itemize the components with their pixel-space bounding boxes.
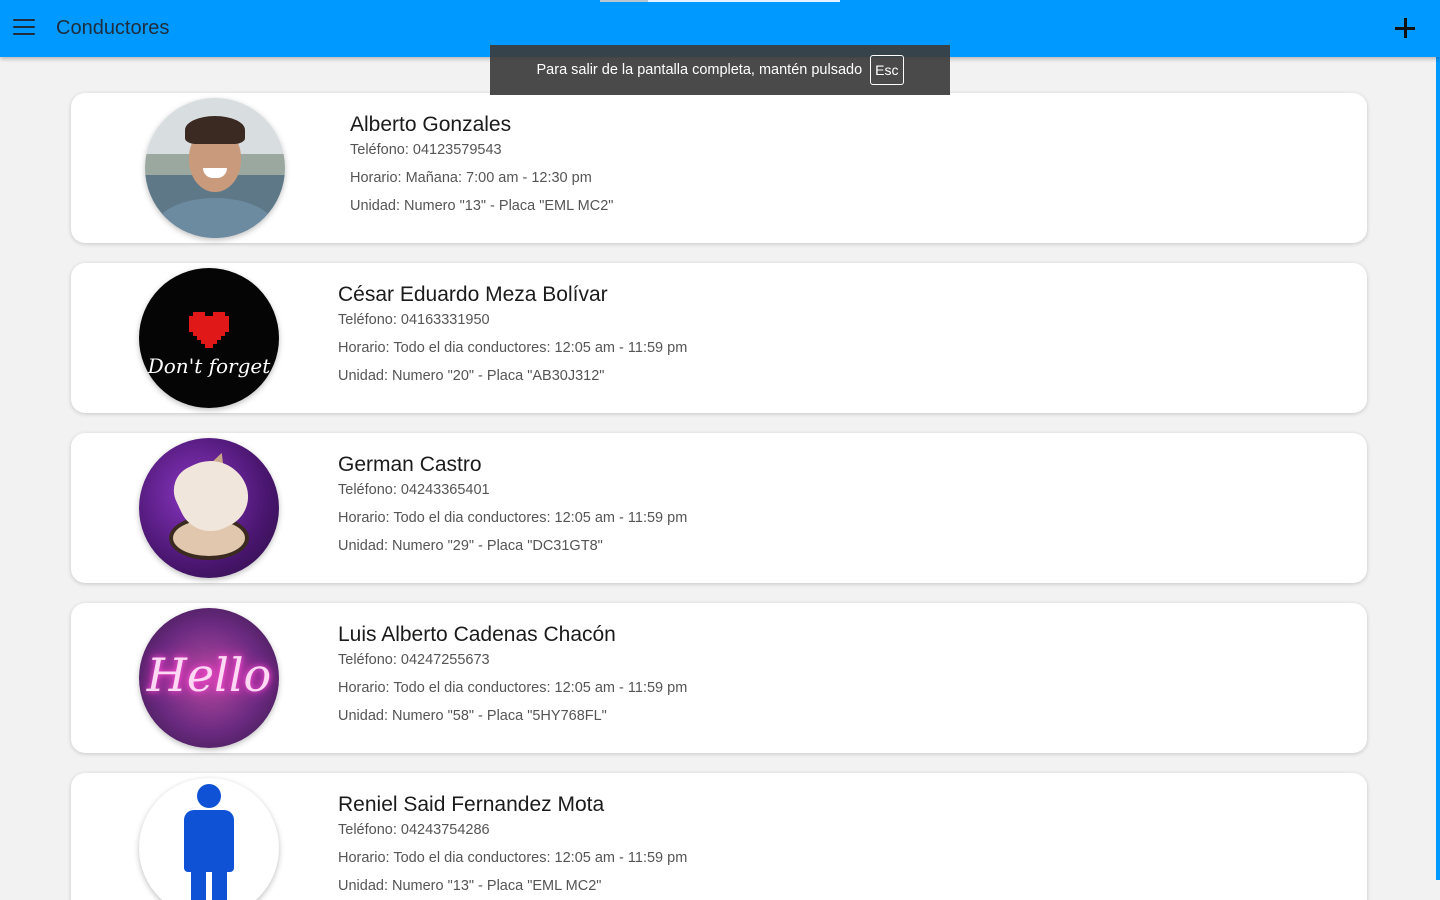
- driver-name: César Eduardo Meza Bolívar: [338, 283, 608, 306]
- toast-message: Para salir de la pantalla completa, mant…: [536, 62, 863, 78]
- add-driver-button[interactable]: [1393, 16, 1417, 40]
- fullscreen-toast: Para salir de la pantalla completa, mant…: [490, 45, 950, 95]
- driver-unit: Unidad: Numero "13" - Placa "EML MC2": [350, 198, 614, 214]
- hamburger-menu-icon[interactable]: [13, 19, 35, 37]
- driver-phone: Teléfono: 04243754286: [338, 822, 490, 838]
- scrollbar[interactable]: [1436, 57, 1440, 880]
- driver-name: Luis Alberto Cadenas Chacón: [338, 623, 616, 646]
- heart-icon: [189, 312, 229, 348]
- driver-phone: Teléfono: 04123579543: [350, 142, 502, 158]
- driver-name: German Castro: [338, 453, 482, 476]
- driver-phone: Teléfono: 04247255673: [338, 652, 490, 668]
- driver-info: Luis Alberto Cadenas Chacón Teléfono: 04…: [338, 623, 687, 735]
- driver-phone: Teléfono: 04163331950: [338, 312, 490, 328]
- driver-info: Alberto Gonzales Teléfono: 04123579543 H…: [350, 113, 613, 225]
- driver-schedule: Horario: Todo el dia conductores: 12:05 …: [338, 340, 688, 356]
- driver-card[interactable]: German Castro Teléfono: 04243365401 Hora…: [71, 433, 1367, 583]
- avatar-caption: Don't forget: [147, 354, 271, 378]
- toast-key: Esc: [870, 55, 904, 85]
- driver-name: Alberto Gonzales: [350, 113, 512, 136]
- person-icon: [139, 778, 279, 900]
- driver-unit: Unidad: Numero "58" - Placa "5HY768FL": [338, 708, 607, 724]
- driver-card[interactable]: Reniel Said Fernandez Mota Teléfono: 042…: [71, 773, 1367, 900]
- browser-fullscreen-indicator: [600, 0, 840, 2]
- driver-schedule: Horario: Todo el dia conductores: 12:05 …: [338, 680, 688, 696]
- driver-info: Reniel Said Fernandez Mota Teléfono: 042…: [338, 793, 687, 900]
- driver-name: Reniel Said Fernandez Mota: [338, 793, 605, 816]
- driver-card[interactable]: Alberto Gonzales Teléfono: 04123579543 H…: [71, 93, 1367, 243]
- driver-schedule: Horario: Mañana: 7:00 am - 12:30 pm: [350, 170, 592, 186]
- driver-unit: Unidad: Numero "13" - Placa "EML MC2": [338, 878, 602, 894]
- driver-avatar: Hello: [139, 608, 279, 748]
- driver-avatar: [139, 438, 279, 578]
- driver-card[interactable]: Don't forget César Eduardo Meza Bolívar …: [71, 263, 1367, 413]
- avatar-caption: Hello: [146, 648, 272, 702]
- driver-phone: Teléfono: 04243365401: [338, 482, 490, 498]
- driver-info: German Castro Teléfono: 04243365401 Hora…: [338, 453, 687, 565]
- driver-card[interactable]: Hello Luis Alberto Cadenas Chacón Teléfo…: [71, 603, 1367, 753]
- driver-avatar: [145, 98, 285, 238]
- driver-schedule: Horario: Todo el dia conductores: 12:05 …: [338, 850, 688, 866]
- driver-avatar: Don't forget: [139, 268, 279, 408]
- driver-info: César Eduardo Meza Bolívar Teléfono: 041…: [338, 283, 687, 395]
- driver-schedule: Horario: Todo el dia conductores: 12:05 …: [338, 510, 688, 526]
- driver-list: Alberto Gonzales Teléfono: 04123579543 H…: [71, 93, 1367, 900]
- driver-unit: Unidad: Numero "20" - Placa "AB30J312": [338, 368, 605, 384]
- driver-unit: Unidad: Numero "29" - Placa "DC31GT8": [338, 538, 603, 554]
- page-title: Conductores: [56, 17, 170, 39]
